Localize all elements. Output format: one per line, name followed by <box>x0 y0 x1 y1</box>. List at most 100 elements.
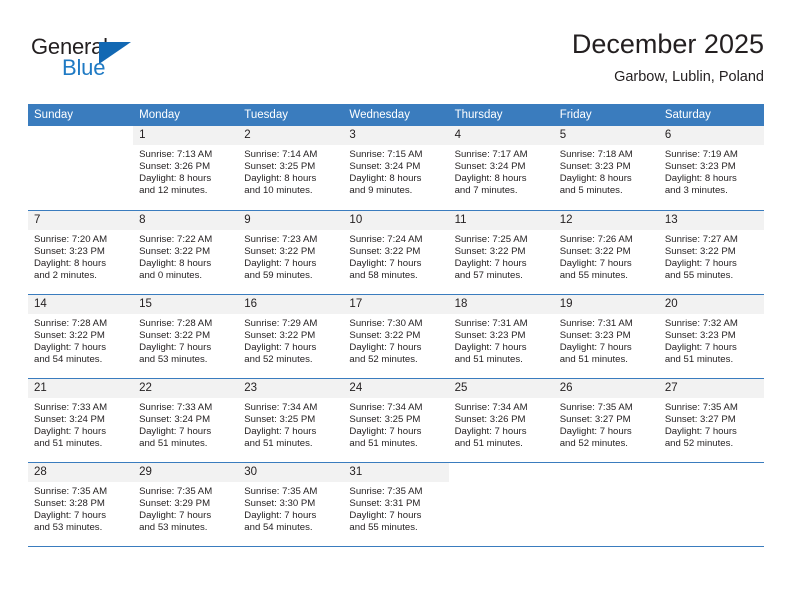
daylight-text: and 53 minutes. <box>139 521 208 533</box>
day-sun-info: Sunrise: 7:35 AM Sunset: 3:27 PM Daylight:… <box>554 398 659 450</box>
sunrise-text: Sunrise: 7:32 AM <box>664 317 738 329</box>
daylight-text: Daylight: 7 hours <box>244 257 317 269</box>
calendar-day-cell[interactable]: 30 Sunrise: 7:35 AM Sunset: 3:30 PM Dayligh… <box>238 461 344 547</box>
calendar-day-cell[interactable]: 24 Sunrise: 7:34 AM Sunset: 3:25 PM Dayligh… <box>343 377 449 462</box>
daylight-text: and 52 minutes. <box>664 437 734 449</box>
calendar-day-cell[interactable]: 15 Sunrise: 7:28 AM Sunset: 3:22 PM Dayligh… <box>133 293 239 378</box>
sunset-text: Sunset: 3:28 PM <box>34 497 105 509</box>
daylight-text: and 51 minutes. <box>244 437 313 449</box>
day-number: 15 <box>133 294 239 314</box>
day-sun-info: Sunrise: 7:28 AM Sunset: 3:22 PM Daylight:… <box>28 314 133 366</box>
day-number: 5 <box>553 126 659 145</box>
calendar-day-cell[interactable]: 13 Sunrise: 7:27 AM Sunset: 3:22 PM Dayligh… <box>658 209 764 294</box>
calendar-day-cell[interactable]: 4 Sunrise: 7:17 AM Sunset: 3:24 PM Daylight… <box>448 126 554 210</box>
sunset-text: Sunset: 3:22 PM <box>139 329 211 341</box>
day-number: 24 <box>343 378 449 398</box>
day-number: 12 <box>553 210 659 230</box>
day-number: 27 <box>658 378 764 398</box>
calendar-day-cell[interactable]: 29 Sunrise: 7:35 AM Sunset: 3:29 PM Dayligh… <box>133 461 239 547</box>
day-number: 16 <box>238 294 344 314</box>
calendar-day-cell[interactable]: 17 Sunrise: 7:30 AM Sunset: 3:22 PM Dayligh… <box>343 293 449 378</box>
daylight-text: and 51 minutes. <box>454 353 523 365</box>
calendar-day-cell[interactable]: 7 Sunrise: 7:20 AM Sunset: 3:23 PM Daylight… <box>28 209 134 294</box>
calendar-day-cell[interactable]: 16 Sunrise: 7:29 AM Sunset: 3:22 PM Dayligh… <box>238 293 344 378</box>
calendar-day-cell[interactable]: 19 Sunrise: 7:31 AM Sunset: 3:23 PM Dayligh… <box>553 293 659 378</box>
calendar-day-cell[interactable]: 31 Sunrise: 7:35 AM Sunset: 3:31 PM Dayligh… <box>343 461 449 547</box>
sunrise-text: Sunrise: 7:29 AM <box>244 317 318 329</box>
sunset-text: Sunset: 3:26 PM <box>454 413 526 425</box>
page-subtitle: Garbow, Lublin, Poland <box>614 69 764 85</box>
sunset-text: Sunset: 3:24 PM <box>454 161 526 173</box>
sunrise-text: Sunrise: 7:28 AM <box>139 317 213 329</box>
calendar-day-cell[interactable]: 22 Sunrise: 7:33 AM Sunset: 3:24 PM Dayligh… <box>133 377 239 462</box>
day-number: 8 <box>133 210 239 230</box>
calendar-day-cell[interactable]: 6 Sunrise: 7:19 AM Sunset: 3:23 PM Daylight… <box>658 126 764 210</box>
sunrise-text: Sunrise: 7:13 AM <box>139 149 213 160</box>
sunset-text: Sunset: 3:25 PM <box>244 161 316 173</box>
calendar-day-cell[interactable]: 9 Sunrise: 7:23 AM Sunset: 3:22 PM Daylight… <box>238 209 344 294</box>
calendar-week-row: 28 Sunrise: 7:35 AM Sunset: 3:28 PM Dayligh… <box>28 461 764 547</box>
day-number: 21 <box>28 378 134 398</box>
day-sun-info: Sunrise: 7:20 AM Sunset: 3:23 PM Daylight:… <box>28 230 133 282</box>
day-sun-info: Sunrise: 7:31 AM Sunset: 3:23 PM Daylight:… <box>449 314 554 366</box>
calendar-day-cell[interactable]: 27 Sunrise: 7:35 AM Sunset: 3:27 PM Dayligh… <box>658 377 764 462</box>
sunrise-text: Sunrise: 7:35 AM <box>664 401 738 413</box>
day-sun-info: Sunrise: 7:35 AM Sunset: 3:27 PM Daylight:… <box>659 398 764 450</box>
calendar-day-cell[interactable]: 14 Sunrise: 7:28 AM Sunset: 3:22 PM Dayligh… <box>28 293 134 378</box>
calendar-day-cell[interactable]: 28 Sunrise: 7:35 AM Sunset: 3:28 PM Dayligh… <box>28 461 134 547</box>
sunrise-text: Sunrise: 7:14 AM <box>244 149 318 160</box>
calendar-day-cell[interactable]: 20 Sunrise: 7:32 AM Sunset: 3:23 PM Dayligh… <box>658 293 764 378</box>
calendar-day-cell[interactable]: 10 Sunrise: 7:24 AM Sunset: 3:22 PM Dayligh… <box>343 209 449 294</box>
daylight-text: Daylight: 7 hours <box>349 257 422 269</box>
daylight-text: Daylight: 7 hours <box>664 425 737 437</box>
day-number: 13 <box>658 210 764 230</box>
weekday-header-saturday: Saturday <box>658 104 764 126</box>
calendar-day-cell[interactable]: 8 Sunrise: 7:22 AM Sunset: 3:22 PM Daylight… <box>133 209 239 294</box>
day-number: 4 <box>448 126 554 145</box>
calendar-day-cell[interactable]: 18 Sunrise: 7:31 AM Sunset: 3:23 PM Dayligh… <box>448 293 554 378</box>
calendar-table: Sunday Monday Tuesday Wednesday Thursday Frid… <box>28 104 764 547</box>
calendar-day-cell[interactable]: 12 Sunrise: 7:26 AM Sunset: 3:22 PM Dayligh… <box>553 209 659 294</box>
sunrise-text: Sunrise: 7:33 AM <box>139 401 213 413</box>
calendar-day-cell[interactable]: 1 Sunrise: 7:13 AM Sunset: 3:26 PM Daylight… <box>133 126 239 210</box>
calendar-day-cell[interactable]: 25 Sunrise: 7:34 AM Sunset: 3:26 PM Dayligh… <box>448 377 554 462</box>
daylight-text: and 10 minutes. <box>244 185 313 197</box>
sunrise-text: Sunrise: 7:19 AM <box>664 149 738 160</box>
daylight-text: and 55 minutes. <box>349 521 418 533</box>
daylight-text: Daylight: 8 hours <box>139 173 212 185</box>
sunset-text: Sunset: 3:23 PM <box>664 329 736 341</box>
day-number <box>658 462 764 482</box>
day-sun-info: Sunrise: 7:15 AM Sunset: 3:24 PM Daylight:… <box>343 145 448 197</box>
daylight-text: Daylight: 8 hours <box>139 257 212 269</box>
sunset-text: Sunset: 3:31 PM <box>349 497 421 509</box>
calendar-day-cell[interactable]: 26 Sunrise: 7:35 AM Sunset: 3:27 PM Dayligh… <box>553 377 659 462</box>
calendar-day-cell[interactable]: 5 Sunrise: 7:18 AM Sunset: 3:23 PM Daylight… <box>553 126 659 210</box>
daylight-text: and 0 minutes. <box>139 269 203 281</box>
daylight-text: and 9 minutes. <box>349 185 413 197</box>
calendar-day-cell[interactable]: 23 Sunrise: 7:34 AM Sunset: 3:25 PM Dayligh… <box>238 377 344 462</box>
day-number: 30 <box>238 462 344 482</box>
day-sun-info: Sunrise: 7:30 AM Sunset: 3:22 PM Daylight:… <box>343 314 448 366</box>
daylight-text: and 51 minutes. <box>34 437 103 449</box>
calendar-day-cell[interactable]: 3 Sunrise: 7:15 AM Sunset: 3:24 PM Daylight… <box>343 126 449 210</box>
sunrise-text: Sunrise: 7:22 AM <box>139 233 213 245</box>
general-blue-logo[interactable]: General Blue <box>31 34 151 88</box>
daylight-text: Daylight: 7 hours <box>664 341 737 353</box>
sunrise-text: Sunrise: 7:33 AM <box>34 401 108 413</box>
calendar-day-cell[interactable]: 21 Sunrise: 7:33 AM Sunset: 3:24 PM Dayligh… <box>28 377 134 462</box>
calendar-day-cell[interactable]: 11 Sunrise: 7:25 AM Sunset: 3:22 PM Dayligh… <box>448 209 554 294</box>
day-number: 29 <box>133 462 239 482</box>
daylight-text: Daylight: 7 hours <box>244 341 317 353</box>
day-number: 19 <box>553 294 659 314</box>
day-number: 10 <box>343 210 449 230</box>
calendar-day-cell[interactable]: 2 Sunrise: 7:14 AM Sunset: 3:25 PM Daylight… <box>238 126 344 210</box>
sunset-text: Sunset: 3:22 PM <box>664 245 736 257</box>
daylight-text: Daylight: 7 hours <box>664 257 737 269</box>
sunset-text: Sunset: 3:22 PM <box>244 245 316 257</box>
day-sun-info: Sunrise: 7:22 AM Sunset: 3:22 PM Daylight:… <box>133 230 238 282</box>
day-sun-info: Sunrise: 7:31 AM Sunset: 3:23 PM Daylight:… <box>554 314 659 366</box>
sunset-text: Sunset: 3:24 PM <box>349 161 421 173</box>
day-sun-info: Sunrise: 7:18 AM Sunset: 3:23 PM Daylight:… <box>554 145 659 197</box>
day-number <box>448 462 554 482</box>
sunset-text: Sunset: 3:26 PM <box>139 161 211 173</box>
